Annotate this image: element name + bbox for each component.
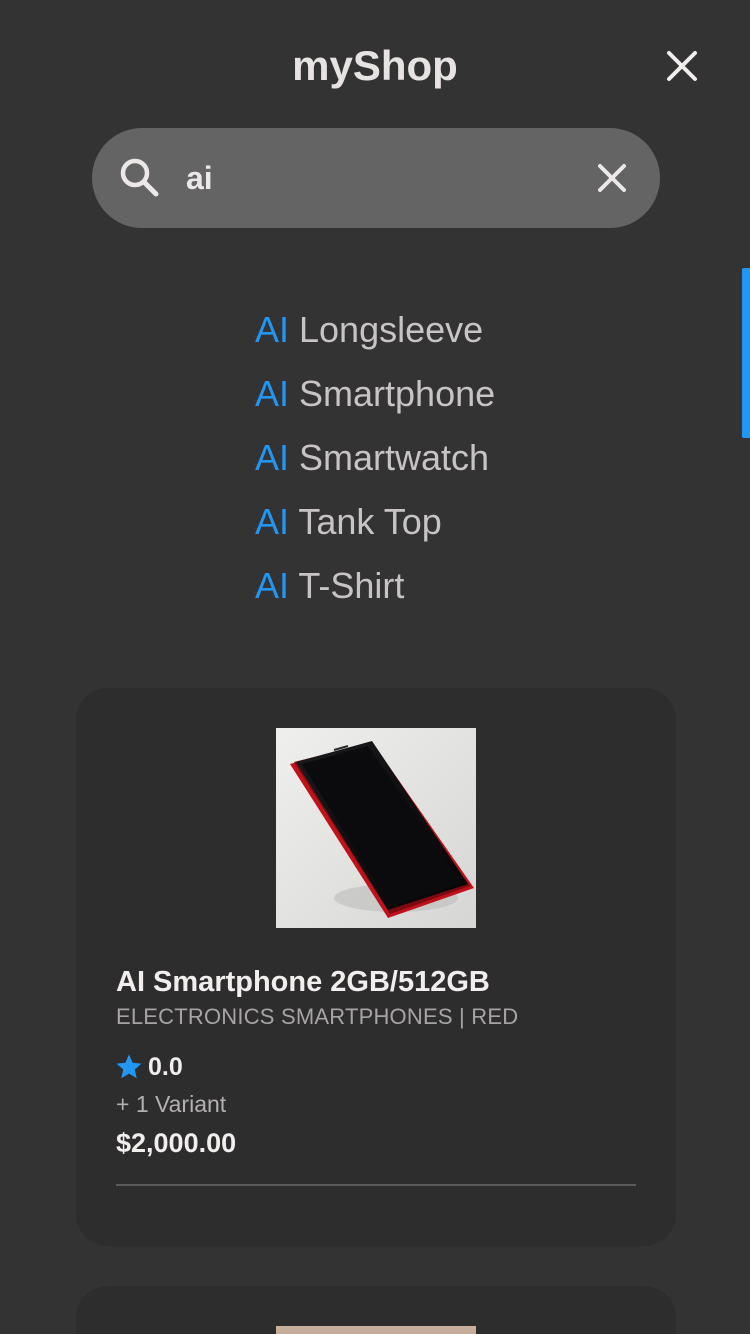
product-card[interactable] — [76, 1286, 676, 1334]
product-card[interactable]: AI Smartphone 2GB/512GB ELECTRONICS SMAR… — [76, 688, 676, 1246]
close-icon — [667, 51, 697, 81]
product-category: ELECTRONICS SMARTPHONES | RED — [116, 1004, 519, 1029]
rating-value: 0.0 — [148, 1052, 183, 1081]
variant-count: + 1 Variant — [116, 1091, 227, 1117]
search-screen: myShop AI Longsleeve AI Smartphone AI Sm… — [0, 0, 750, 1334]
product-image[interactable] — [276, 1326, 476, 1334]
suggestion-text: Tank Top — [289, 501, 442, 542]
suggestion-highlight: AI — [255, 565, 290, 606]
close-icon — [598, 164, 626, 192]
divider — [116, 1184, 636, 1186]
star-icon — [116, 1054, 142, 1079]
smartphone-image — [276, 728, 476, 928]
clear-search-button[interactable] — [588, 154, 636, 202]
product-rating: 0.0 — [114, 1052, 183, 1082]
suggestion-text: Smartphone — [289, 373, 496, 414]
suggestion-item[interactable]: AI Smartphone — [255, 362, 495, 426]
suggestion-highlight: AI — [255, 437, 290, 478]
search-input[interactable] — [186, 153, 566, 203]
suggestion-item[interactable]: AI Longsleeve — [255, 298, 495, 362]
suggestion-item[interactable]: AI Smartwatch — [255, 426, 495, 490]
product-name: AI Smartphone 2GB/512GB — [116, 966, 490, 998]
product-image[interactable] — [276, 728, 476, 928]
suggestion-text: Longsleeve — [289, 309, 484, 350]
suggestion-highlight: AI — [255, 501, 290, 542]
suggestion-list: AI Longsleeve AI Smartphone AI Smartwatc… — [255, 298, 495, 618]
suggestion-text: Smartwatch — [289, 437, 490, 478]
suggestion-highlight: AI — [255, 373, 290, 414]
suggestion-text: T-Shirt — [289, 565, 405, 606]
close-button[interactable] — [656, 40, 708, 92]
product-price: $2,000.00 — [116, 1128, 237, 1158]
scrollbar-thumb[interactable] — [742, 268, 750, 438]
search-icon — [120, 158, 159, 197]
app-title: myShop — [292, 42, 458, 89]
suggestion-item[interactable]: AI Tank Top — [255, 490, 495, 554]
suggestion-item[interactable]: AI T-Shirt — [255, 554, 495, 618]
search-bar[interactable] — [92, 128, 660, 228]
suggestion-highlight: AI — [255, 309, 290, 350]
